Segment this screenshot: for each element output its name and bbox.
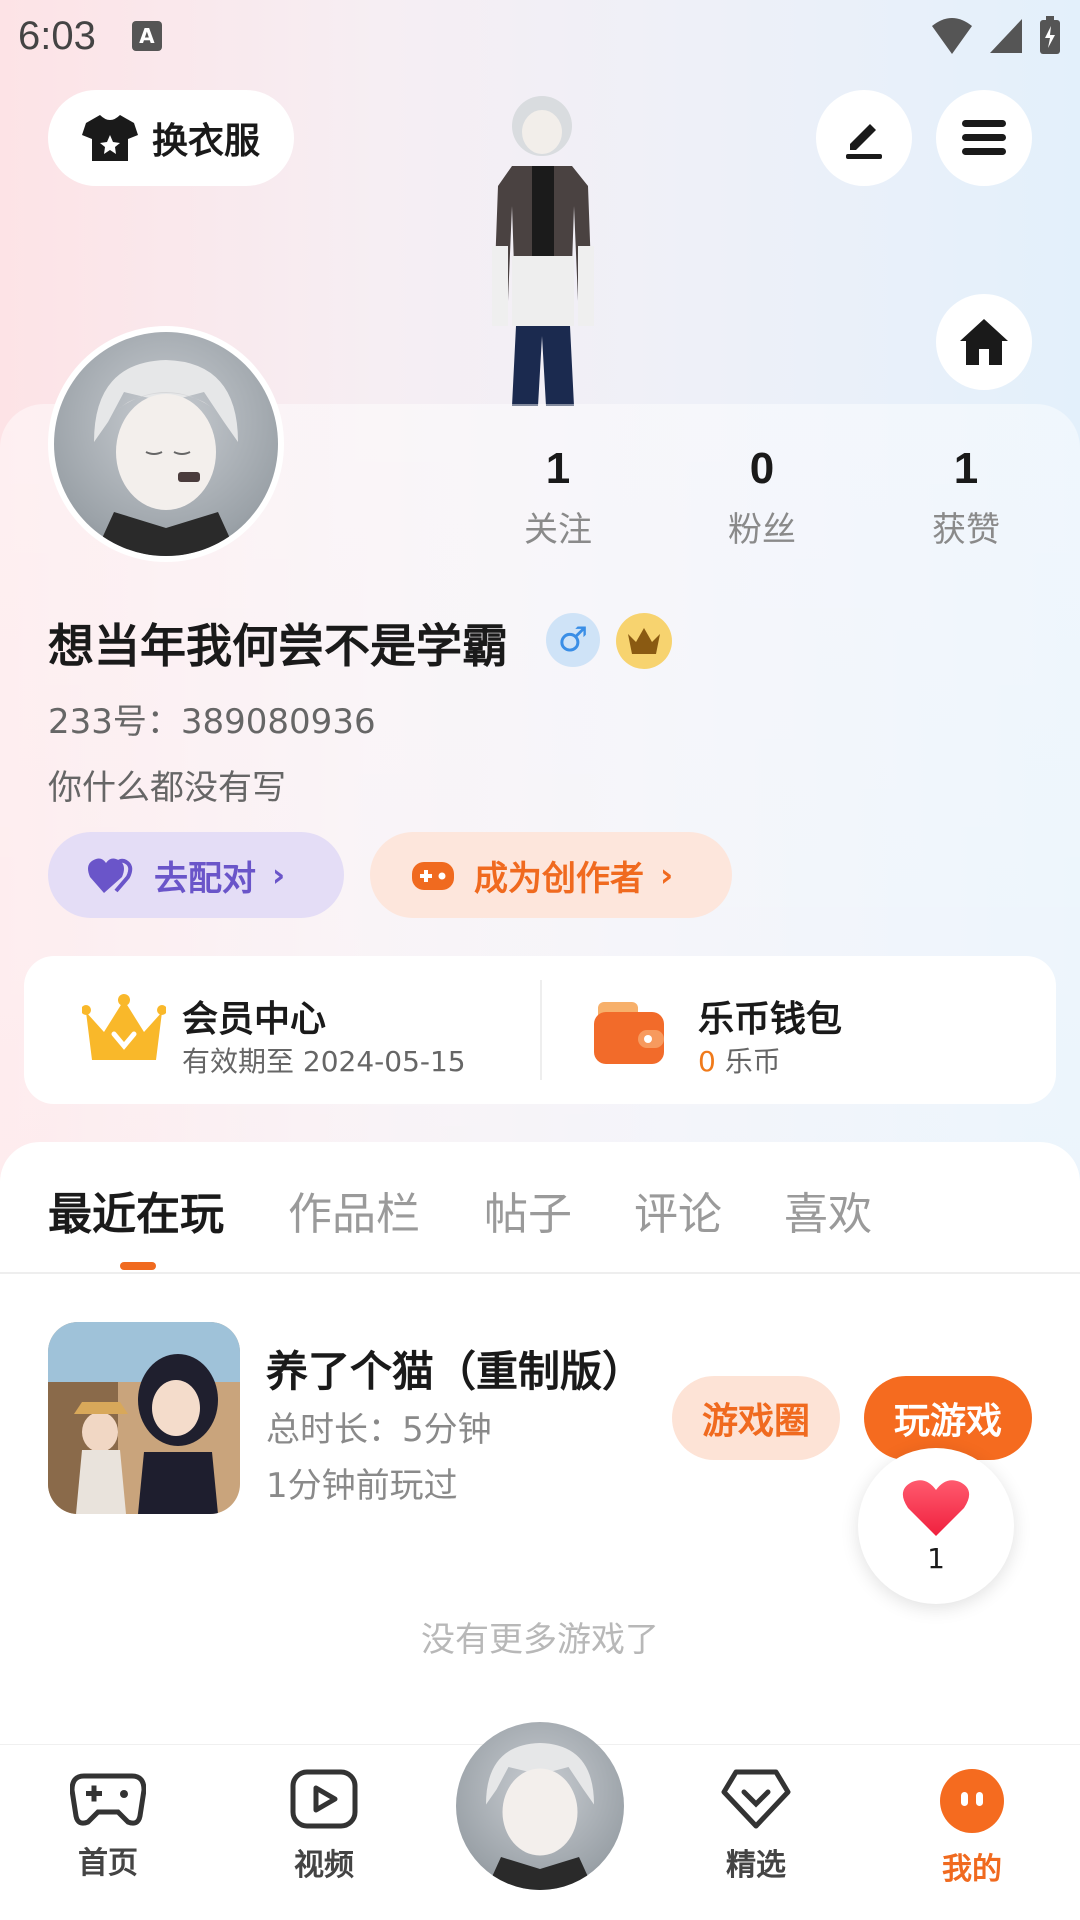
nav-avatar-button[interactable] bbox=[456, 1722, 624, 1890]
game-thumbnail[interactable] bbox=[48, 1322, 240, 1514]
vip-wallet-card: 会员中心 有效期至 2024-05-15 乐币钱包 0 乐币 bbox=[24, 956, 1056, 1104]
tshirt-icon bbox=[81, 115, 138, 161]
creator-label: 成为创作者 bbox=[474, 858, 644, 899]
game-duration: 总时长：5分钟 bbox=[266, 1410, 492, 1450]
chevron-right-icon: › bbox=[660, 856, 674, 894]
nav-home[interactable]: 首页 bbox=[48, 1768, 168, 1882]
heart-pair-icon bbox=[88, 858, 133, 893]
stat-followers[interactable]: 0 粉丝 bbox=[692, 444, 832, 551]
crown-icon bbox=[82, 994, 166, 1060]
followers-label: 粉丝 bbox=[728, 510, 796, 550]
tab-recently-played[interactable]: 最近在玩 bbox=[48, 1178, 224, 1242]
vip-center[interactable]: 会员中心 有效期至 2024-05-15 bbox=[24, 956, 540, 1104]
nav-me[interactable]: 我的 bbox=[912, 1768, 1032, 1888]
home-button[interactable] bbox=[936, 294, 1032, 390]
signal-icon bbox=[990, 19, 1022, 53]
crown-badge-icon[interactable] bbox=[616, 613, 672, 669]
heart-icon bbox=[902, 1479, 970, 1536]
play-game-button[interactable]: 玩游戏 bbox=[864, 1376, 1032, 1460]
wifi-icon bbox=[932, 18, 972, 54]
hamburger-icon bbox=[962, 120, 1006, 155]
avatar-portrait bbox=[94, 360, 238, 556]
gamepad-icon bbox=[69, 1773, 147, 1826]
status-bar: 6:03 A bbox=[0, 0, 1080, 72]
followers-count: 0 bbox=[749, 444, 775, 493]
game-title: 养了个猫（重制版） bbox=[266, 1347, 645, 1396]
tab-likes[interactable]: 喜欢 bbox=[784, 1178, 872, 1242]
change-outfit-label: 换衣服 bbox=[151, 121, 260, 162]
wallet-title: 乐币钱包 bbox=[698, 999, 843, 1040]
like-count: 1 bbox=[927, 1541, 945, 1575]
nav-video[interactable]: 视频 bbox=[264, 1768, 384, 1884]
pair-label: 去配对 bbox=[154, 858, 256, 899]
wallet-icon bbox=[594, 1002, 664, 1064]
profile-avatar[interactable] bbox=[48, 326, 284, 562]
become-creator-button[interactable]: 成为创作者 › bbox=[370, 832, 732, 918]
following-count: 1 bbox=[545, 444, 571, 493]
notification-a-icon: A bbox=[131, 21, 162, 51]
no-more-games-text: 没有更多游戏了 bbox=[421, 1620, 659, 1660]
smile-face-icon bbox=[940, 1769, 1004, 1833]
nav-home-label: 首页 bbox=[78, 1846, 138, 1881]
tab-indicator bbox=[120, 1262, 156, 1270]
game-circle-button[interactable]: 游戏圈 bbox=[672, 1376, 840, 1460]
avatar-portrait bbox=[486, 1743, 594, 1890]
nav-featured-label: 精选 bbox=[726, 1848, 786, 1883]
following-label: 关注 bbox=[524, 510, 592, 550]
chevron-right-icon: › bbox=[272, 856, 286, 894]
tab-works[interactable]: 作品栏 bbox=[288, 1178, 420, 1242]
likes-count: 1 bbox=[953, 444, 979, 493]
video-play-icon bbox=[290, 1769, 358, 1829]
nav-me-label: 我的 bbox=[942, 1852, 1002, 1887]
tab-comments[interactable]: 评论 bbox=[634, 1178, 722, 1242]
bio: 你什么都没有写 bbox=[48, 768, 286, 808]
nav-video-label: 视频 bbox=[294, 1848, 354, 1883]
likes-label: 获赞 bbox=[932, 510, 1000, 550]
wallet[interactable]: 乐币钱包 0 乐币 bbox=[540, 956, 1056, 1104]
profile-page: 6:03 A 换衣服 1 关注 0 粉丝 1 获赞 想当年我何尝不是学霸 ♂ 2… bbox=[0, 0, 1080, 1920]
vip-expiry: 有效期至 2024-05-15 bbox=[182, 1045, 466, 1078]
status-time: 6:03 bbox=[18, 13, 96, 58]
change-outfit-button[interactable]: 换衣服 bbox=[48, 90, 294, 186]
status-icons bbox=[930, 16, 1062, 56]
menu-button[interactable] bbox=[936, 90, 1032, 186]
nav-featured[interactable]: 精选 bbox=[696, 1768, 816, 1884]
stat-following[interactable]: 1 关注 bbox=[488, 444, 628, 551]
wallet-amount: 0 bbox=[698, 1045, 716, 1078]
edit-button[interactable] bbox=[816, 90, 912, 186]
divider bbox=[0, 1272, 1080, 1274]
vip-title: 会员中心 bbox=[182, 999, 327, 1040]
wallet-unit: 乐币 bbox=[715, 1045, 781, 1078]
gamepad-icon bbox=[412, 862, 454, 890]
avatar-3d-figure[interactable] bbox=[450, 96, 630, 406]
heart-diamond-icon bbox=[721, 1769, 791, 1829]
game-last-played: 1分钟前玩过 bbox=[266, 1466, 458, 1506]
home-icon bbox=[960, 319, 1008, 365]
stat-likes[interactable]: 1 获赞 bbox=[896, 444, 1036, 551]
tab-posts[interactable]: 帖子 bbox=[484, 1178, 572, 1242]
username: 想当年我何尝不是学霸 bbox=[48, 619, 508, 673]
user-id: 233号：389080936 bbox=[48, 702, 376, 742]
like-floating-button[interactable]: 1 bbox=[858, 1448, 1014, 1604]
wallet-balance: 0 乐币 bbox=[698, 1040, 781, 1080]
male-gender-icon: ♂ bbox=[546, 613, 600, 667]
pair-button[interactable]: 去配对 › bbox=[48, 832, 344, 918]
pen-icon bbox=[846, 124, 882, 159]
battery-icon bbox=[1040, 16, 1060, 54]
